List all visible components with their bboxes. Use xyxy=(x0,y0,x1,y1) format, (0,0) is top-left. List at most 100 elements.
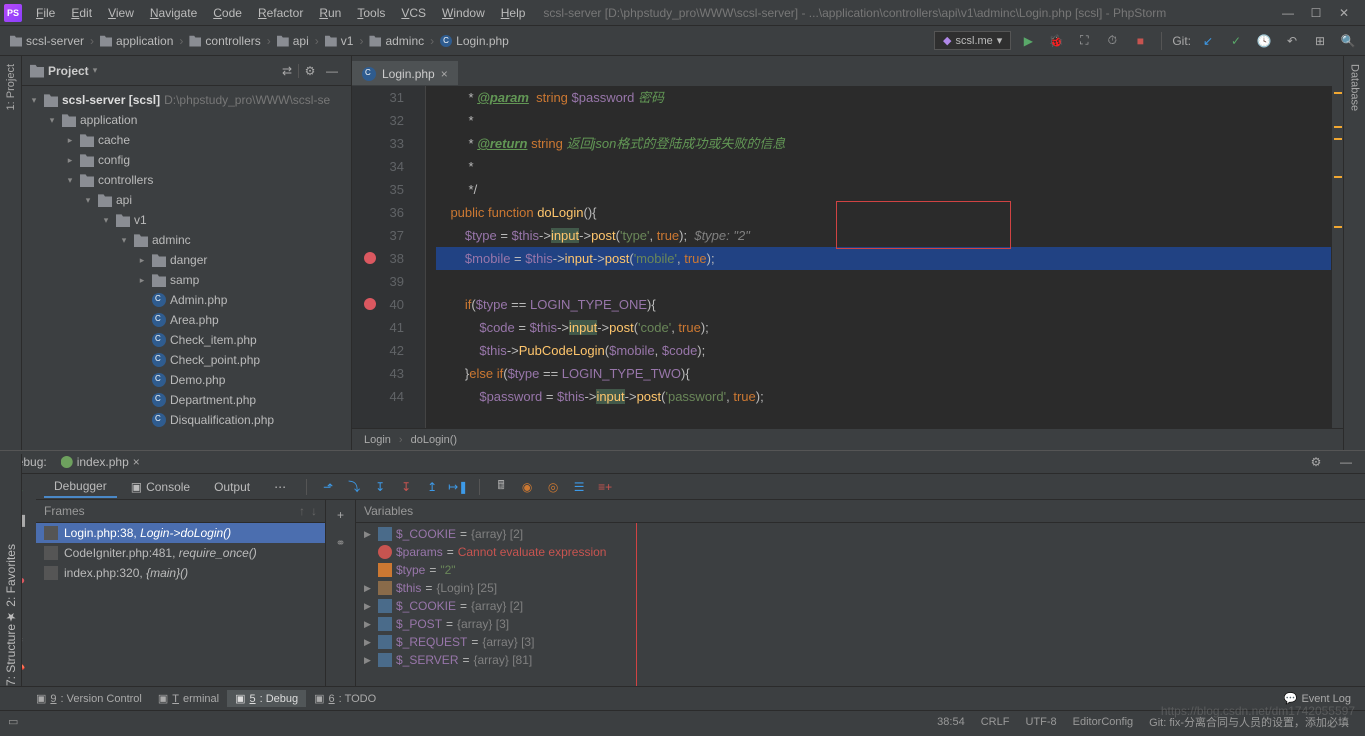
tree-node[interactable]: Department.php xyxy=(22,390,351,410)
search-everywhere-button[interactable]: 🔍 xyxy=(1337,30,1359,52)
add-watch-button[interactable]: + xyxy=(330,504,352,526)
breadcrumb-item[interactable]: v1 xyxy=(321,34,358,48)
close-button[interactable]: ✕ xyxy=(1337,6,1351,20)
code-line[interactable]: $password = $this->input->post('password… xyxy=(436,385,1331,408)
breadcrumb-item[interactable]: Login.php xyxy=(436,34,513,48)
code-line[interactable]: public function doLogin(){ xyxy=(436,201,1331,224)
step-over-button[interactable]: ⤵ xyxy=(343,476,365,498)
tree-node[interactable]: Admin.php xyxy=(22,290,351,310)
tree-node[interactable]: Check_point.php xyxy=(22,350,351,370)
profile-button[interactable]: ⏱ xyxy=(1101,30,1123,52)
vcs-revert-button[interactable]: ↶ xyxy=(1281,30,1303,52)
breadcrumb-item[interactable]: api xyxy=(273,34,313,48)
database-tool-tab[interactable]: Database xyxy=(1347,56,1363,119)
stop-button[interactable]: ■ xyxy=(1129,30,1151,52)
tree-node[interactable]: ▾adminc xyxy=(22,230,351,250)
tree-node[interactable]: Demo.php xyxy=(22,370,351,390)
stack-frame[interactable]: index.php:320, {main}() xyxy=(36,563,325,583)
breadcrumb-method[interactable]: doLogin() xyxy=(411,434,457,446)
step-out-button[interactable]: ↥ xyxy=(421,476,443,498)
frame-down-icon[interactable]: ↓ xyxy=(311,504,317,518)
breadcrumb-item[interactable]: adminc xyxy=(365,34,428,48)
menu-view[interactable]: View xyxy=(100,4,142,22)
code-line[interactable]: * xyxy=(436,109,1331,132)
variable-row[interactable]: $type = "2" xyxy=(356,561,1365,579)
run-to-cursor-button[interactable]: ↦❚ xyxy=(447,476,469,498)
project-tree[interactable]: ▾scsl-server [scsl]D:\phpstudy_pro\WWW\s… xyxy=(22,86,351,450)
tree-root[interactable]: ▾scsl-server [scsl]D:\phpstudy_pro\WWW\s… xyxy=(22,90,351,110)
close-tab-icon[interactable]: × xyxy=(441,67,448,81)
menu-edit[interactable]: Edit xyxy=(63,4,100,22)
stack-frame[interactable]: Login.php:38, Login->doLogin() xyxy=(36,523,325,543)
settings-icon[interactable]: ⚙ xyxy=(299,60,321,82)
show-execution-point-button[interactable]: ⬏ xyxy=(317,476,339,498)
scroll-from-source-button[interactable]: ⇄ xyxy=(276,60,298,82)
breadcrumb-item[interactable]: scsl-server xyxy=(6,34,88,48)
tree-node[interactable]: ▾v1 xyxy=(22,210,351,230)
breakpoint-icon[interactable] xyxy=(364,298,376,310)
trace-button-2[interactable]: ◎ xyxy=(542,476,564,498)
tree-node[interactable]: Disqualification.php xyxy=(22,410,351,430)
stack-frame[interactable]: CodeIgniter.php:481, require_once() xyxy=(36,543,325,563)
menu-tools[interactable]: Tools xyxy=(349,4,393,22)
code-line[interactable]: $mobile = $this->input->post('mobile', t… xyxy=(436,247,1331,270)
debug-settings-icon[interactable]: ⚙ xyxy=(1305,451,1327,473)
tree-node[interactable]: ▸config xyxy=(22,150,351,170)
status-icon[interactable]: ▭ xyxy=(8,715,18,728)
code-line[interactable]: * @param string $password 密码 xyxy=(436,86,1331,109)
chevron-down-icon[interactable]: ▾ xyxy=(93,65,98,76)
vcs-commit-button[interactable]: ✓ xyxy=(1225,30,1247,52)
menu-help[interactable]: Help xyxy=(493,4,534,22)
hide-panel-button[interactable]: — xyxy=(1335,451,1357,473)
variable-row[interactable]: $params = Cannot evaluate expression xyxy=(356,543,1365,561)
tree-node[interactable]: ▾api xyxy=(22,190,351,210)
editor-minimap[interactable] xyxy=(1331,86,1343,428)
close-tab-icon[interactable]: × xyxy=(133,455,140,469)
debugger-tab[interactable]: Debugger xyxy=(44,476,117,498)
project-tool-tab[interactable]: 1: Project xyxy=(3,56,19,118)
variable-row[interactable]: ▶$_REQUEST = {array} [3] xyxy=(356,633,1365,651)
output-tab[interactable]: Output xyxy=(204,477,260,497)
code-area[interactable]: * @param string $password 密码 * * @return… xyxy=(426,86,1331,428)
debug-button[interactable]: 🐞 xyxy=(1045,30,1067,52)
coverage-button[interactable]: ⛶ xyxy=(1073,30,1095,52)
maximize-button[interactable]: ☐ xyxy=(1309,6,1323,20)
tree-node[interactable]: Area.php xyxy=(22,310,351,330)
variable-row[interactable]: ▶$_SERVER = {array} [81] xyxy=(356,651,1365,669)
link-icon[interactable]: ⚭ xyxy=(330,532,352,554)
variable-row[interactable]: ▶$_COOKIE = {array} [2] xyxy=(356,597,1365,615)
status-editorconfig[interactable]: EditorConfig xyxy=(1073,716,1134,728)
tree-node[interactable]: ▸danger xyxy=(22,250,351,270)
structure-tool-tab[interactable]: 7: Structure xyxy=(4,624,18,686)
bottom-tab[interactable]: ▣ 5: Debug xyxy=(227,690,306,707)
status-encoding[interactable]: UTF-8 xyxy=(1025,716,1056,728)
hide-panel-button[interactable]: — xyxy=(321,60,343,82)
force-step-into-button[interactable]: ↧ xyxy=(395,476,417,498)
bottom-tab[interactable]: ▣ 9: Version Control xyxy=(28,690,150,707)
breadcrumb-item[interactable]: application xyxy=(96,34,177,48)
code-line[interactable]: $type = $this->input->post('type', true)… xyxy=(436,224,1331,247)
tree-node[interactable]: ▸cache xyxy=(22,130,351,150)
code-line[interactable]: }else if($type == LOGIN_TYPE_TWO){ xyxy=(436,362,1331,385)
variable-row[interactable]: ▶$_COOKIE = {array} [2] xyxy=(356,525,1365,543)
bottom-tab[interactable]: ▣ Terminal xyxy=(150,690,227,707)
debug-session-tab[interactable]: index.php × xyxy=(55,453,146,471)
menu-refactor[interactable]: Refactor xyxy=(250,4,311,22)
code-line[interactable]: * @return string 返回json格式的登陆成功或失败的信息 xyxy=(436,132,1331,155)
run-button[interactable]: ▶ xyxy=(1017,30,1039,52)
variable-row[interactable]: ▶$_POST = {array} [3] xyxy=(356,615,1365,633)
variable-row[interactable]: ▶$this = {Login} [25] xyxy=(356,579,1365,597)
add-button[interactable]: ≡+ xyxy=(594,476,616,498)
menu-navigate[interactable]: Navigate xyxy=(142,4,205,22)
breakpoint-icon[interactable] xyxy=(364,252,376,264)
menu-file[interactable]: File xyxy=(28,4,63,22)
console-tab[interactable]: ▣ Console xyxy=(121,477,200,497)
menu-window[interactable]: Window xyxy=(434,4,493,22)
evaluate-expression-button[interactable]: 🖩 xyxy=(490,476,512,498)
frame-up-icon[interactable]: ↑ xyxy=(299,504,305,518)
code-line[interactable]: * xyxy=(436,155,1331,178)
bottom-tab[interactable]: ▣ 6: TODO xyxy=(306,690,384,707)
editor-tab[interactable]: Login.php × xyxy=(352,61,458,85)
favorites-tool-tab[interactable]: ★ 2: Favorites xyxy=(4,544,18,624)
ide-settings-button[interactable]: ⊞ xyxy=(1309,30,1331,52)
